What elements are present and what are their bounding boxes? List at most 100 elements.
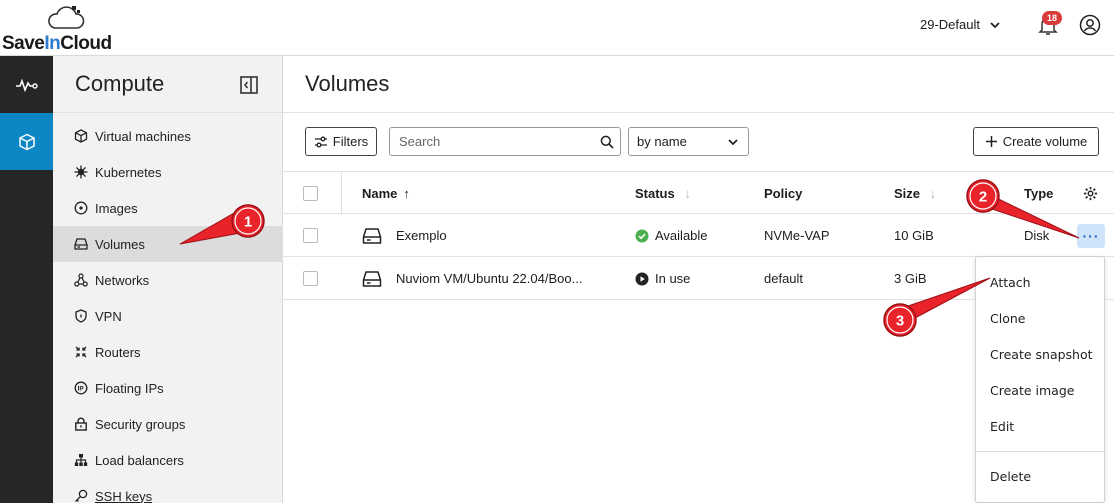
disc-icon — [74, 201, 88, 215]
sort-select[interactable]: by name — [628, 127, 749, 156]
sidebar-item-load-balancers[interactable]: Load balancers — [53, 442, 283, 478]
column-header-name[interactable]: Name ↑ — [362, 172, 410, 215]
notifications-button[interactable]: 18 — [1036, 11, 1063, 37]
sidebar-item-networks[interactable]: Networks — [53, 262, 283, 298]
monitoring-icon — [15, 78, 38, 92]
menu-item-attach[interactable]: Attach — [976, 264, 1104, 300]
sidebar-item-images[interactable]: Images — [53, 190, 283, 226]
sidebar-item-label: Floating IPs — [95, 380, 164, 396]
page-header: Volumes — [283, 56, 1114, 113]
sidebar-item-kubernetes[interactable]: Kubernetes — [53, 154, 283, 190]
row-checkbox[interactable] — [303, 228, 318, 243]
sidebar-item-label: Volumes — [95, 236, 145, 252]
sidebar-item-label: Virtual machines — [95, 128, 191, 144]
row-select-cell — [303, 214, 318, 257]
ip-icon: IP — [74, 381, 88, 395]
row-checkbox[interactable] — [303, 271, 318, 286]
sort-icon: ↓ — [680, 186, 691, 201]
search-icon[interactable] — [600, 135, 614, 149]
menu-divider — [976, 451, 1104, 452]
column-settings-button[interactable] — [1083, 172, 1098, 215]
sidebar-item-routers[interactable]: Routers — [53, 334, 283, 370]
rail-item-monitoring[interactable] — [0, 56, 53, 113]
sidebar-item-security-groups[interactable]: Security groups — [53, 406, 283, 442]
collapse-sidebar-button[interactable] — [239, 75, 259, 95]
sidebar-item-ssh-keys[interactable]: SSH keys — [53, 478, 283, 503]
drive-icon — [362, 270, 382, 287]
column-policy-label: Policy — [764, 186, 803, 201]
column-header-policy[interactable]: Policy — [764, 172, 802, 215]
policy-text: NVMe-VAP — [764, 228, 830, 243]
lock-icon — [75, 417, 87, 431]
select-all-checkbox[interactable] — [303, 186, 318, 201]
size-text: 10 GiB — [894, 228, 934, 243]
size-cell: 3 GiB — [894, 257, 927, 300]
drive-icon — [362, 227, 382, 244]
menu-item-delete[interactable]: Delete — [976, 458, 1104, 494]
sort-asc-icon: ↑ — [403, 186, 410, 201]
menu-item-create-image[interactable]: Create image — [976, 372, 1104, 408]
collapse-icon — [240, 76, 258, 94]
size-text: 3 GiB — [894, 271, 927, 286]
column-type-label: Type — [1024, 186, 1054, 201]
filters-label: Filters — [332, 134, 369, 149]
size-cell: 10 GiB — [894, 214, 934, 257]
tenant-selector[interactable]: 29-Default — [920, 17, 1000, 32]
status-text: Available — [655, 228, 708, 243]
menu-item-clone[interactable]: Clone — [976, 300, 1104, 336]
sliders-icon — [314, 136, 327, 147]
rail-item-compute[interactable] — [0, 113, 53, 170]
type-cell: Disk — [1024, 214, 1049, 257]
policy-cell: default — [764, 257, 803, 300]
cube-icon — [74, 129, 88, 143]
sidebar-menu: Virtual machines Kubernetes Images Volum… — [53, 118, 283, 503]
create-volume-button[interactable]: Create volume — [973, 127, 1099, 156]
chevron-down-icon — [990, 21, 1000, 28]
sidebar-item-volumes[interactable]: Volumes — [53, 226, 283, 262]
volume-name: Nuviom VM/Ubuntu 22.04/Boo... — [396, 271, 583, 286]
brand-logo[interactable]: SaveInCloud — [2, 4, 126, 54]
sidebar-item-virtual-machines[interactable]: Virtual machines — [53, 118, 283, 154]
table-row[interactable]: Exemplo Available NVMe-VAP 10 GiB Disk ·… — [283, 214, 1114, 257]
shield-icon — [75, 309, 87, 323]
router-icon — [75, 346, 87, 358]
more-dots-icon: ··· — [1082, 228, 1100, 244]
row-select-cell — [303, 257, 318, 300]
column-divider — [341, 172, 342, 215]
column-header-status[interactable]: Status ↓ — [635, 172, 691, 215]
sidebar-title: Compute — [75, 71, 165, 96]
chevron-down-icon — [728, 138, 738, 145]
helm-icon — [74, 165, 88, 179]
sidebar-item-floating-ips[interactable]: IP Floating IPs — [53, 370, 283, 406]
sidebar-item-label: Load balancers — [95, 452, 184, 468]
column-header-size[interactable]: Size ↓ — [894, 172, 936, 215]
user-menu-button[interactable] — [1079, 14, 1101, 36]
menu-item-create-snapshot[interactable]: Create snapshot — [976, 336, 1104, 372]
status-cell: In use — [635, 257, 690, 300]
brand-name: SaveInCloud — [2, 33, 112, 54]
gear-icon — [1083, 186, 1098, 201]
sidebar-item-label: Images — [95, 200, 138, 216]
sidebar-item-vpn[interactable]: VPN — [53, 298, 283, 334]
user-icon — [1079, 14, 1101, 36]
type-text: Disk — [1024, 228, 1050, 243]
status-cell: Available — [635, 214, 708, 257]
sidebar-item-label: VPN — [95, 308, 122, 324]
status-text: In use — [655, 271, 691, 286]
row-actions-button[interactable]: ··· — [1077, 224, 1105, 248]
sort-icon: ↓ — [926, 186, 937, 201]
select-all-cell — [303, 172, 318, 215]
notification-badge: 18 — [1042, 11, 1063, 25]
filters-button[interactable]: Filters — [305, 127, 377, 156]
create-volume-label: Create volume — [1002, 134, 1088, 149]
page-title: Volumes — [305, 71, 390, 96]
column-header-type[interactable]: Type — [1024, 172, 1053, 215]
tenant-label: 29-Default — [920, 17, 980, 32]
menu-item-edit[interactable]: Edit — [976, 408, 1104, 444]
check-circle-icon — [635, 229, 649, 242]
volume-name-cell[interactable]: Nuviom VM/Ubuntu 22.04/Boo... — [362, 257, 582, 300]
network-icon — [74, 273, 88, 287]
search-input[interactable] — [399, 134, 600, 149]
compute-icon — [18, 133, 35, 150]
volume-name-cell[interactable]: Exemplo — [362, 214, 447, 257]
